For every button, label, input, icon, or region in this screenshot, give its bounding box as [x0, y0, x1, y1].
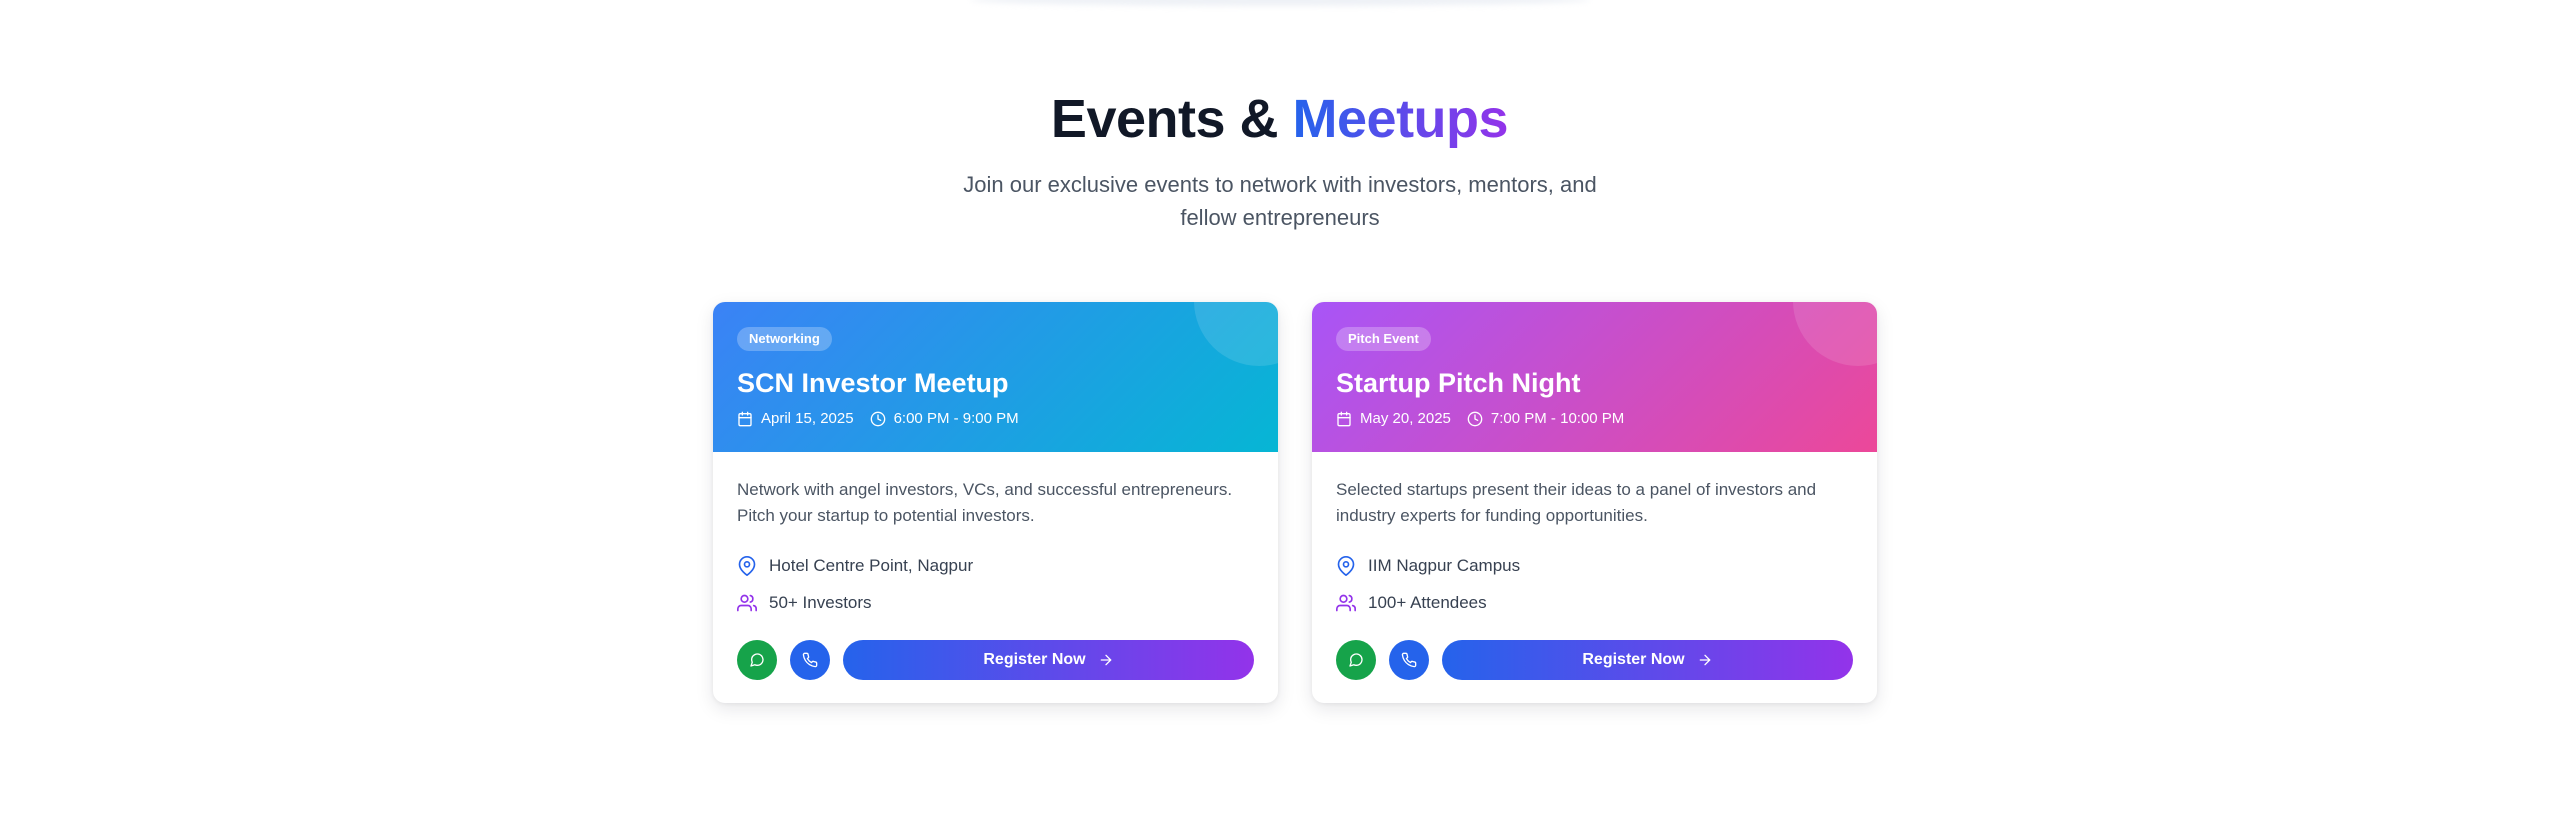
event-date: April 15, 2025 — [737, 410, 854, 427]
event-card-header: Pitch Event Startup Pitch Night May 20, … — [1312, 302, 1877, 452]
phone-icon — [802, 652, 818, 668]
whatsapp-button[interactable] — [1336, 640, 1376, 680]
event-location-text: Hotel Centre Point, Nagpur — [769, 556, 974, 575]
event-card-investor-meetup: Networking SCN Investor Meetup April 15,… — [713, 302, 1278, 703]
event-description: Selected startups present their ideas to… — [1336, 480, 1817, 525]
register-now-label: Register Now — [983, 651, 1086, 668]
event-actions: Register Now — [737, 640, 1254, 680]
event-card-header: Networking SCN Investor Meetup April 15,… — [713, 302, 1278, 452]
register-now-label: Register Now — [1582, 651, 1685, 668]
whatsapp-button[interactable] — [737, 640, 777, 680]
event-location: IIM Nagpur Campus — [1336, 556, 1520, 576]
map-pin-icon — [1337, 556, 1355, 576]
event-description: Network with angel investors, VCs, and s… — [737, 480, 1233, 525]
event-card-body: Network with angel investors, VCs, and s… — [713, 452, 1278, 703]
event-attendees: 50+ Investors — [737, 593, 872, 613]
event-time-text: 7:00 PM - 10:00 PM — [1490, 410, 1625, 427]
event-title: Startup Pitch Night — [1336, 368, 1581, 398]
top-divider-shadow — [970, 0, 1590, 6]
phone-icon — [1401, 652, 1417, 668]
phone-button[interactable] — [790, 640, 830, 680]
event-time: 6:00 PM - 9:00 PM — [870, 410, 1019, 427]
event-card-body: Selected startups present their ideas to… — [1312, 452, 1877, 703]
message-circle-icon — [750, 653, 764, 667]
calendar-icon — [738, 411, 752, 426]
event-date-time: May 20, 2025 7:00 PM - 10:00 PM — [1336, 410, 1640, 427]
events-section: Events & Meetups Join our exclusive even… — [0, 0, 2559, 829]
event-actions: Register Now — [1336, 640, 1853, 680]
event-time: 7:00 PM - 10:00 PM — [1467, 410, 1624, 427]
event-attendees-text: 50+ Investors — [769, 593, 872, 612]
decorative-circle — [1194, 302, 1278, 366]
users-icon — [737, 594, 757, 612]
message-circle-icon — [1349, 653, 1363, 667]
event-title: SCN Investor Meetup — [737, 368, 1009, 398]
calendar-icon — [1337, 411, 1351, 426]
event-location-text: IIM Nagpur Campus — [1368, 556, 1521, 575]
phone-button[interactable] — [1389, 640, 1429, 680]
event-category-badge: Pitch Event — [1336, 327, 1431, 351]
event-card-pitch-night: Pitch Event Startup Pitch Night May 20, … — [1312, 302, 1877, 703]
event-category-badge: Networking — [737, 327, 832, 351]
decorative-circle — [1793, 302, 1877, 366]
section-subtitle: Join our exclusive events to network wit… — [963, 172, 1597, 230]
register-now-button[interactable]: Register Now — [843, 640, 1254, 680]
section-title-accent: Meetups — [1292, 89, 1509, 149]
section-title-main: Events & — [1050, 89, 1293, 149]
section-title: Events & Meetups — [0, 88, 2559, 150]
clock-icon — [1467, 411, 1483, 426]
event-location: Hotel Centre Point, Nagpur — [737, 556, 973, 576]
event-date: May 20, 2025 — [1336, 410, 1451, 427]
event-date-text: April 15, 2025 — [761, 410, 854, 427]
event-date-text: May 20, 2025 — [1360, 410, 1451, 427]
event-attendees-text: 100+ Attendees — [1368, 593, 1487, 612]
event-attendees: 100+ Attendees — [1336, 593, 1487, 613]
arrow-right-icon — [1100, 654, 1111, 666]
event-date-time: April 15, 2025 6:00 PM - 9:00 PM — [737, 410, 1035, 427]
arrow-right-icon — [1699, 654, 1710, 666]
event-time-text: 6:00 PM - 9:00 PM — [893, 410, 1019, 427]
map-pin-icon — [738, 556, 756, 576]
users-icon — [1336, 594, 1356, 612]
register-now-button[interactable]: Register Now — [1442, 640, 1853, 680]
clock-icon — [870, 411, 885, 426]
